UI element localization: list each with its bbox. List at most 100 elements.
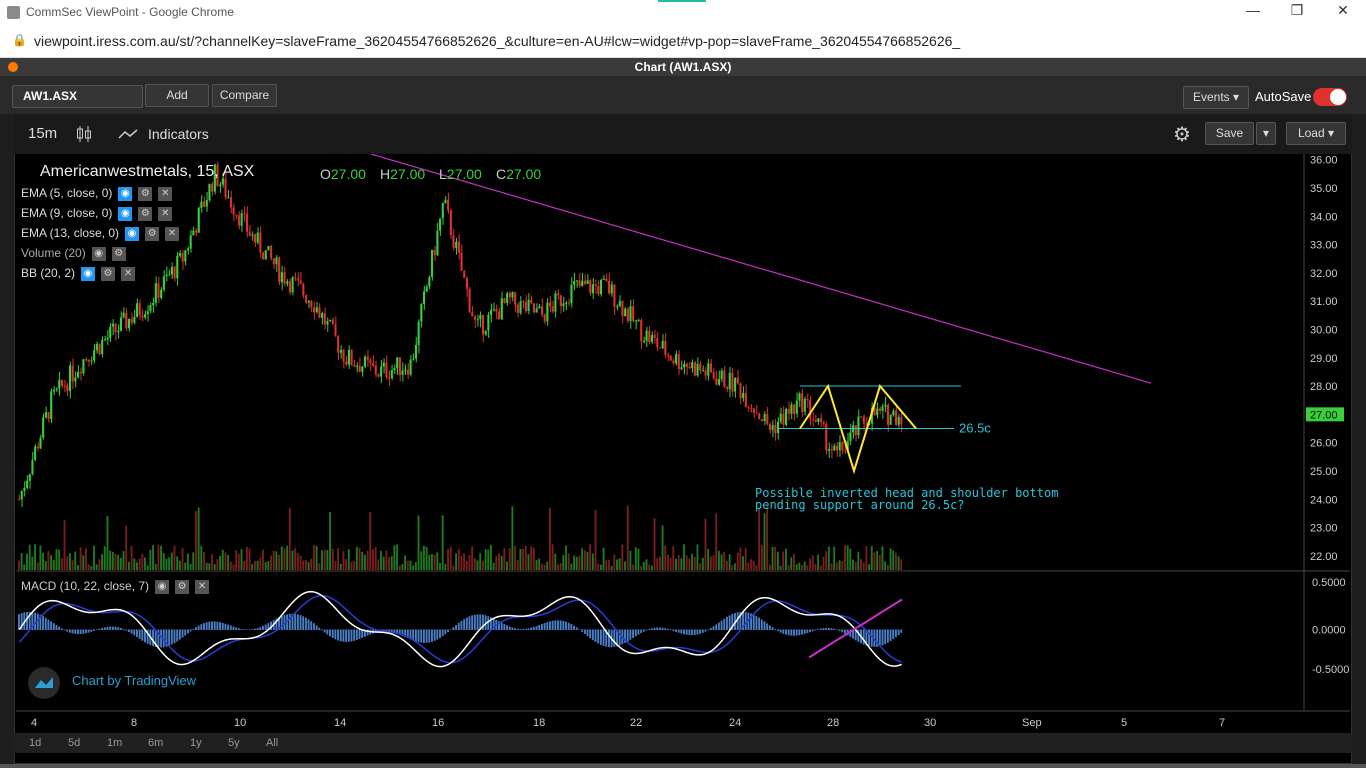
minimize-icon[interactable]: —	[1243, 2, 1263, 18]
time-tick: 28	[827, 717, 839, 729]
candle-body	[224, 178, 227, 198]
study-ema9[interactable]: EMA (9, close, 0) ◉ ⚙ ✕	[21, 206, 173, 221]
macd-hist-bar	[830, 628, 833, 630]
macd-hist-bar	[288, 613, 291, 630]
eye-icon[interactable]: ◉	[125, 226, 140, 241]
compare-button[interactable]: Compare	[212, 84, 277, 107]
study-volume[interactable]: Volume (20) ◉ ⚙	[21, 246, 126, 261]
indicators-button[interactable]: Indicators	[148, 126, 209, 142]
timeframe-button[interactable]: 15m	[28, 125, 57, 142]
candle-body	[36, 446, 39, 449]
macd-hist-bar	[77, 629, 79, 635]
gear-icon[interactable]: ⚙	[138, 206, 153, 221]
macd-hist-bar	[254, 628, 256, 630]
eye-icon[interactable]: ◉	[118, 186, 133, 201]
macd-hist-bar	[195, 627, 197, 630]
range-all[interactable]: All	[266, 737, 278, 749]
volume-bar	[294, 548, 297, 570]
close-icon[interactable]: ✕	[195, 579, 210, 594]
eye-icon[interactable]: ◉	[155, 579, 170, 594]
restore-icon[interactable]: ❐	[1287, 2, 1307, 19]
macd-hist-bar	[575, 627, 578, 630]
gear-icon[interactable]: ⚙	[101, 266, 116, 281]
volume-bar	[460, 555, 463, 570]
candle-body	[841, 442, 844, 451]
address-bar[interactable]: 🔒 viewpoint.iress.com.au/st/?channelKey=…	[0, 24, 1366, 58]
macd-hist-bar	[329, 629, 331, 637]
volume-bar	[267, 561, 270, 570]
close-icon[interactable]: ✕	[121, 266, 136, 281]
volume-bar	[90, 565, 93, 570]
range-1y[interactable]: 1y	[190, 737, 202, 749]
save-button[interactable]: Save	[1205, 122, 1254, 145]
range-1d[interactable]: 1d	[29, 737, 41, 749]
tab-indicator	[658, 0, 706, 2]
eye-icon[interactable]: ◉	[91, 246, 106, 261]
candle-body	[701, 370, 704, 372]
volume-bar	[141, 553, 144, 570]
volume-bar	[835, 562, 838, 570]
study-bb[interactable]: BB (20, 2) ◉ ⚙ ✕	[21, 266, 136, 281]
candle-body	[127, 318, 131, 329]
close-icon[interactable]: ✕	[158, 206, 173, 221]
candle-body	[428, 277, 431, 287]
candles-icon[interactable]	[76, 125, 92, 143]
save-dropdown-button[interactable]: ▾	[1256, 122, 1276, 145]
candle-body	[114, 323, 117, 333]
candle-body	[661, 341, 664, 349]
gear-icon[interactable]: ⚙	[175, 579, 190, 594]
volume-bar	[557, 564, 559, 570]
gear-icon[interactable]: ⚙	[111, 246, 126, 261]
range-5y[interactable]: 5y	[228, 737, 240, 749]
candle-body	[259, 232, 262, 253]
gear-icon[interactable]: ⚙	[138, 186, 153, 201]
close-icon[interactable]: ✕	[1333, 2, 1353, 19]
gear-icon[interactable]: ⚙	[1173, 122, 1191, 147]
volume-bar	[715, 513, 718, 570]
volume-bar	[149, 549, 152, 570]
price-tick: 34.00	[1310, 211, 1338, 223]
candle-body	[350, 350, 353, 365]
candle-body	[817, 418, 820, 422]
autosave-toggle[interactable]	[1313, 88, 1347, 106]
indicators-icon[interactable]	[118, 128, 138, 140]
url-text[interactable]: viewpoint.iress.com.au/st/?channelKey=sl…	[34, 33, 960, 49]
candle-body	[294, 277, 297, 279]
add-button[interactable]: Add	[145, 84, 209, 107]
close-icon[interactable]: ✕	[158, 186, 173, 201]
range-5d[interactable]: 5d	[68, 737, 80, 749]
tradingview-logo-icon[interactable]	[28, 667, 60, 699]
macd-hist-bar	[240, 628, 243, 630]
eye-icon[interactable]: ◉	[81, 266, 96, 281]
close-icon[interactable]: ✕	[165, 226, 180, 241]
eye-icon[interactable]: ◉	[118, 206, 133, 221]
study-ema13[interactable]: EMA (13, close, 0) ◉ ⚙ ✕	[21, 226, 180, 241]
macd-hist-bar	[565, 621, 567, 630]
study-ema5[interactable]: EMA (5, close, 0) ◉ ⚙ ✕	[21, 186, 173, 201]
candle-body	[591, 284, 594, 294]
candle-body	[688, 366, 691, 369]
macd-hist-bar	[353, 629, 356, 641]
gear-icon[interactable]: ⚙	[145, 226, 160, 241]
range-1m[interactable]: 1m	[107, 737, 122, 749]
macd-hist-bar	[304, 617, 307, 630]
tradingview-credit[interactable]: Chart by TradingView	[72, 673, 196, 688]
volume-bar	[782, 551, 785, 570]
macd-hist-bar	[251, 629, 254, 630]
macd-hist-bar	[63, 629, 66, 631]
macd-hist-bar	[114, 626, 117, 630]
range-6m[interactable]: 6m	[148, 737, 163, 749]
candle-body	[388, 377, 391, 379]
volume-bar	[66, 556, 69, 570]
symbol-input[interactable]: AW1.ASX	[12, 85, 143, 108]
macd-hist-bar	[197, 625, 200, 630]
events-button[interactable]: Events ▾	[1183, 86, 1249, 109]
load-button[interactable]: Load ▾	[1286, 122, 1346, 145]
price-chart[interactable]: 26.5cPossible inverted head and shoulder…	[16, 154, 1350, 734]
volume-bar	[699, 563, 702, 570]
candle-body	[141, 315, 144, 318]
candle-body	[717, 378, 721, 385]
macd-hist-bar	[894, 629, 897, 638]
volume-bar	[578, 555, 581, 570]
study-macd[interactable]: MACD (10, 22, close, 7) ◉ ⚙ ✕	[21, 579, 210, 594]
